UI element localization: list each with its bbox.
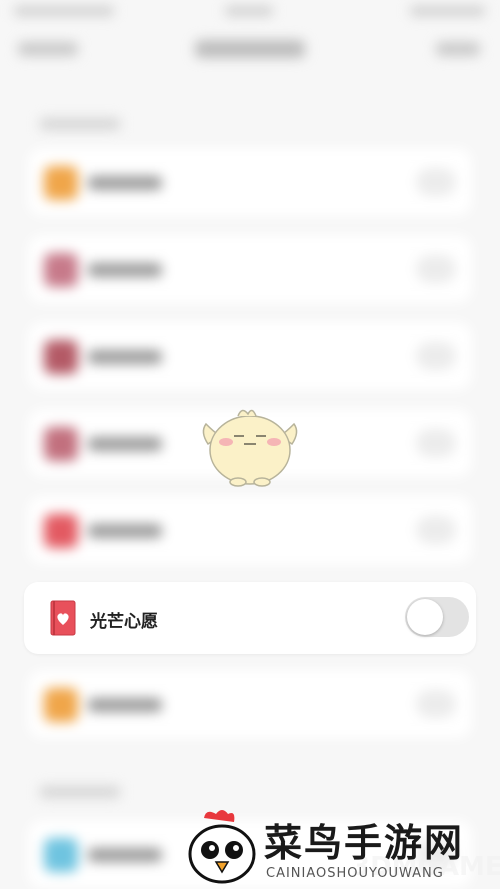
item-label	[88, 263, 162, 277]
item-icon	[44, 688, 78, 722]
setting-row-light-wish[interactable]: 光芒心愿	[24, 582, 476, 654]
item-label	[88, 698, 162, 712]
item-toggle[interactable]	[416, 168, 456, 196]
loading-mascot-icon	[202, 409, 298, 487]
item-icon	[44, 340, 78, 374]
item-toggle[interactable]	[416, 516, 456, 544]
list-item[interactable]	[28, 322, 472, 390]
page-title	[195, 40, 305, 58]
item-label	[88, 437, 162, 451]
status-bar-right	[410, 6, 485, 16]
watermark-title: 菜鸟手游网	[264, 821, 465, 865]
toggle-knob	[407, 599, 443, 635]
item-toggle[interactable]	[416, 255, 456, 283]
watermark-subtitle: CAINIAOSHOUYOUWANG	[266, 866, 444, 881]
list-item[interactable]	[28, 670, 472, 738]
item-icon	[44, 253, 78, 287]
status-bar	[0, 0, 500, 30]
section-header	[40, 786, 120, 798]
status-bar-left	[14, 6, 114, 16]
back-button[interactable]	[18, 42, 78, 56]
list-item[interactable]	[28, 148, 472, 216]
section-header	[40, 118, 120, 130]
item-label	[88, 350, 162, 364]
nav-right-button[interactable]	[436, 42, 480, 56]
rooster-logo-icon	[188, 810, 256, 884]
heart-card-icon	[50, 600, 76, 636]
item-toggle[interactable]	[416, 342, 456, 370]
item-label	[88, 848, 162, 862]
list-item[interactable]	[28, 235, 472, 303]
status-bar-time	[225, 6, 273, 16]
light-wish-toggle[interactable]	[405, 597, 469, 637]
setting-label: 光芒心愿	[90, 612, 158, 632]
item-icon	[44, 514, 78, 548]
item-icon	[44, 166, 78, 200]
item-label	[88, 524, 162, 538]
item-toggle[interactable]	[416, 429, 456, 457]
item-label	[88, 176, 162, 190]
item-icon	[44, 427, 78, 461]
list-item[interactable]	[28, 496, 472, 564]
item-toggle[interactable]	[416, 690, 456, 718]
item-icon	[44, 838, 78, 872]
